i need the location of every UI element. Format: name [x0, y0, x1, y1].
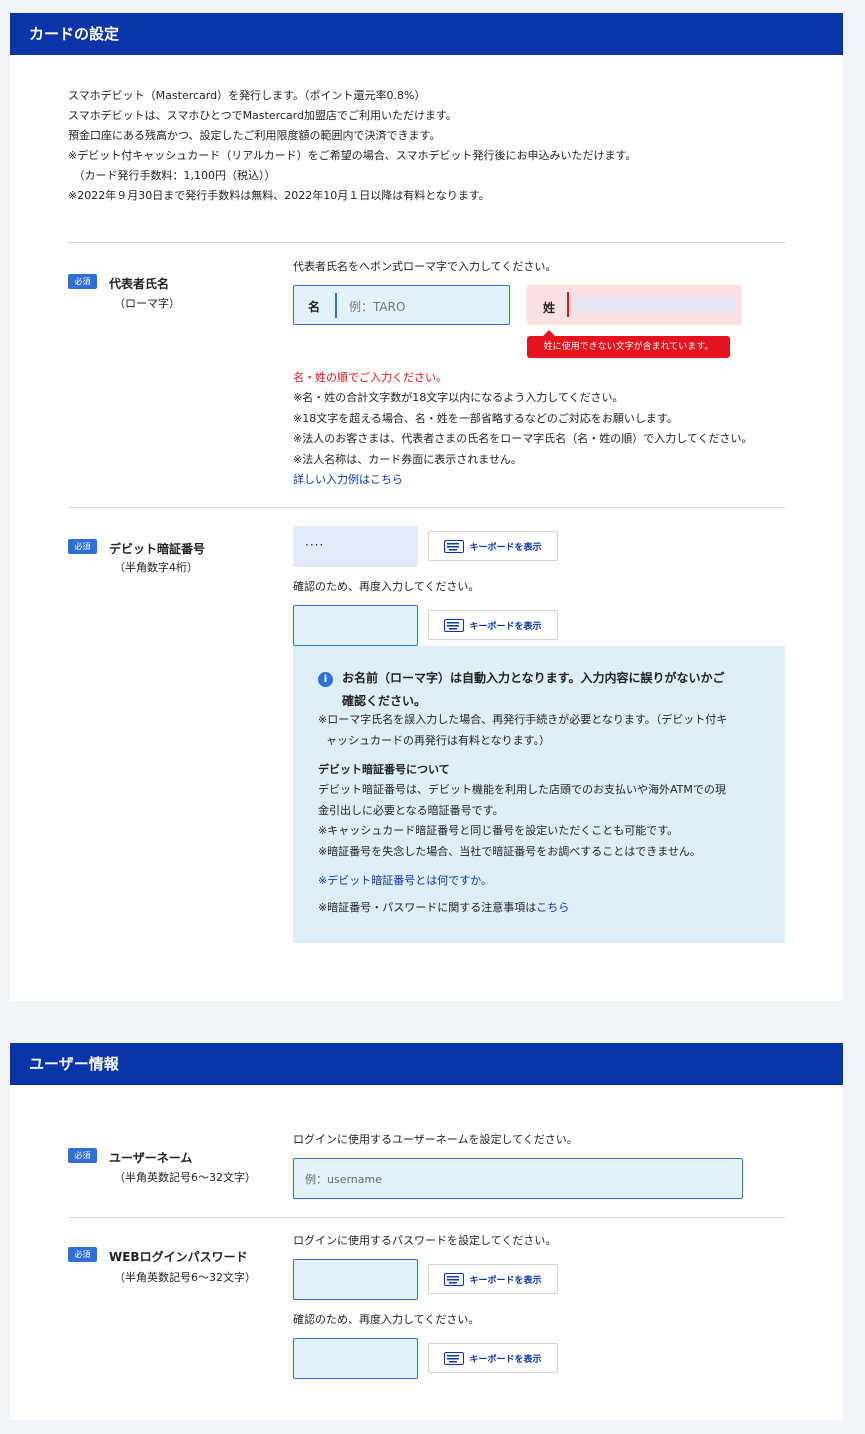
pin-field-sublabel: （半角数字4桁） [114, 561, 198, 574]
name-note: ※18文字を超える場合、名・姓を一部省略するなどのご対応をお願いします。 [293, 412, 678, 425]
first-name-input: 例：TARO [349, 300, 406, 314]
username-placeholder: 例：username [305, 1173, 382, 1186]
required-badge: 必須 [68, 1247, 97, 1262]
notice-text: お名前（ローマ字）は自動入力となります。入力内容に誤りがないかご [342, 671, 725, 685]
first-name-label: 名 [308, 300, 321, 314]
caution-text: ※暗証番号・パスワードに関する注意事項はこちら [318, 898, 569, 918]
field-separator [567, 292, 569, 317]
card-settings-title: カードの設定 [10, 13, 843, 55]
password-instruction: ログインに使用するパスワードを設定してください。 [293, 1234, 557, 1247]
name-order-warning: 名・姓の順でご入力ください。 [293, 371, 447, 384]
show-keyboard-label: キーボードを表示 [469, 621, 542, 632]
field-separator [335, 293, 337, 318]
card-settings-intro: スマホデビット（Mastercard）を発行します。（ポイント還元率0.8%） … [68, 86, 636, 206]
intro-line: スマホデビットは、スマホひとつでMastercard加盟店でご利用いただけます。 [68, 109, 457, 122]
pin-input-value: ···· [305, 538, 325, 552]
show-keyboard-button[interactable]: キーボードを表示 [428, 610, 558, 640]
intro-line: スマホデビット（Mastercard）を発行します。（ポイント還元率0.8%） [68, 89, 426, 102]
required-badge: 必須 [68, 274, 97, 289]
divider [68, 507, 785, 508]
show-keyboard-label: キーボードを表示 [469, 542, 542, 553]
show-keyboard-label: キーボードを表示 [469, 1354, 542, 1365]
required-badge: 必須 [68, 539, 97, 554]
pin-description: デビット暗証番号は、デビット機能を利用した店頭でのお支払いや海外ATMでの現 [318, 783, 726, 796]
pin-field-label: デビット暗証番号 [109, 542, 206, 556]
what-is-pin-link[interactable]: ※デビット暗証番号とは何ですか。 [318, 871, 492, 891]
password-input[interactable] [293, 1259, 418, 1300]
divider [68, 242, 785, 243]
keyboard-icon [444, 1272, 465, 1286]
keyboard-icon [444, 618, 465, 632]
required-badge: 必須 [68, 1148, 97, 1163]
info-box: i お名前（ローマ字）は自動入力となります。入力内容に誤りがないかご 確認くださ… [293, 646, 785, 943]
username-sublabel: （半角英数記号6〜32文字） [114, 1171, 256, 1184]
show-keyboard-button[interactable]: キーボードを表示 [428, 531, 558, 561]
show-keyboard-button[interactable]: キーボードを表示 [428, 1264, 558, 1294]
name-note: ※法人名称は、カード券面に表示されません。 [293, 453, 522, 466]
notice-note: ャッシュカードの再発行は有料となります。） [326, 734, 551, 747]
pin-confirm-instruction: 確認のため、再度入力してください。 [293, 580, 480, 593]
pin-description: 金引出しに必要となる暗証番号です。 [318, 804, 504, 817]
info-icon: i [318, 672, 333, 687]
divider [68, 1217, 785, 1218]
pin-note: ※暗証番号を失念した場合、当社で暗証番号をお調べすることはできません。 [318, 845, 701, 858]
name-note: ※法人のお客さまは、代表者さまの氏名をローマ字氏名（名・姓の順）で入力してくださ… [293, 432, 753, 445]
password-confirm-input[interactable] [293, 1338, 418, 1379]
input-example-link[interactable]: 詳しい入力例はこちら [293, 470, 403, 490]
show-keyboard-label: キーボードを表示 [469, 1275, 542, 1286]
caution-link[interactable]: こちら [536, 901, 569, 914]
keyboard-icon [444, 1351, 465, 1365]
password-confirm-instruction: 確認のため、再度入力してください。 [293, 1313, 480, 1326]
pin-heading: デビット暗証番号について [318, 763, 450, 776]
pin-note: ※キャッシュカード暗証番号と同じ番号を設定いただくことも可能です。 [318, 824, 679, 837]
username-instruction: ログインに使用するユーザーネームを設定してください。 [293, 1133, 578, 1146]
name-instruction: 代表者氏名をヘボン式ローマ字で入力してください。 [293, 260, 557, 273]
name-field-sublabel: （ローマ字） [114, 297, 180, 310]
last-name-label: 姓 [543, 301, 556, 315]
username-label: ユーザーネーム [109, 1151, 193, 1165]
keyboard-icon [444, 539, 465, 553]
name-field-label: 代表者氏名 [109, 277, 170, 291]
password-sublabel: （半角英数記号6〜32文字） [114, 1271, 256, 1284]
pin-input[interactable]: ···· [293, 526, 418, 567]
first-name-field[interactable]: 名 例：TARO [293, 285, 510, 325]
intro-line: 預金口座にある残高かつ、設定したご利用限度額の範囲内で決済できます。 [68, 129, 441, 142]
notice-note: ※ローマ字氏名を誤入力した場合、再発行手続きが必要となります。（デビット付キ [318, 713, 728, 726]
caution-prefix: ※暗証番号・パスワードに関する注意事項は [318, 901, 537, 914]
last-name-field[interactable]: 姓 [527, 285, 742, 325]
notice-text: 確認ください。 [342, 694, 427, 708]
user-info-section: ユーザー情報 必須 ユーザーネーム （半角英数記号6〜32文字） ログインに使用… [10, 1043, 843, 1420]
show-keyboard-button[interactable]: キーボードを表示 [428, 1343, 558, 1373]
card-settings-section: カードの設定 スマホデビット（Mastercard）を発行します。（ポイント還元… [10, 13, 843, 1001]
intro-line: ※2022年９月30日まで発行手数料は無料、2022年10月１日以降は有料となり… [68, 189, 490, 202]
intro-line: ※デビット付キャッシュカード（リアルカード）をご希望の場合、スマホデビット発行後… [68, 149, 637, 162]
last-name-input[interactable] [575, 297, 735, 312]
password-label: WEBログインパスワード [109, 1250, 248, 1264]
pin-confirm-input[interactable] [293, 605, 418, 646]
last-name-error-tooltip: 姓に使用できない文字が含まれています。 [527, 330, 730, 358]
name-note: ※名・姓の合計文字数が18文字以内になるよう入力してください。 [293, 391, 624, 404]
intro-line: （カード発行手数料：1,100円（税込）） [68, 169, 276, 182]
username-input[interactable]: 例：username [293, 1158, 743, 1199]
user-info-title: ユーザー情報 [10, 1043, 843, 1085]
